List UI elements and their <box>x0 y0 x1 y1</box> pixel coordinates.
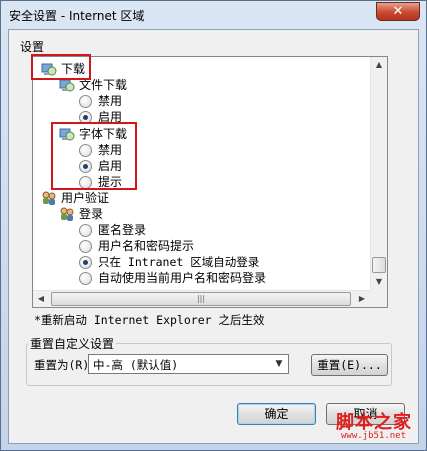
window-title: 安全设置 - Internet 区域 <box>9 9 145 23</box>
scroll-down-arrow-icon[interactable]: ▼ <box>371 274 387 290</box>
security-level-value: 中-高 (默认值) <box>93 358 179 372</box>
settings-label: 设置 <box>20 40 45 54</box>
users-icon <box>41 190 57 206</box>
radio-prompt-user[interactable] <box>79 240 92 253</box>
close-button[interactable]: ✕ <box>376 2 420 21</box>
vertical-scroll-thumb[interactable] <box>372 257 386 273</box>
reset-to-label: 重置为(R): <box>34 358 97 372</box>
security-level-select[interactable]: 中-高 (默认值) ▼ <box>88 354 289 374</box>
highlight-box-download <box>31 54 91 80</box>
highlight-box-font-download <box>51 122 137 190</box>
scroll-right-arrow-icon[interactable]: ▶ <box>354 291 370 307</box>
chevron-down-icon[interactable]: ▼ <box>271 356 287 372</box>
radio-label-auto-current: 自动使用当前用户名和密码登录 <box>98 271 267 285</box>
watermark-url: www.jb51.net <box>341 431 407 441</box>
horizontal-scrollbar[interactable]: ◀ ||| ▶ <box>33 290 370 307</box>
scroll-left-arrow-icon[interactable]: ◀ <box>33 291 49 307</box>
tree-label-user-auth: 用户验证 <box>61 191 110 205</box>
radio-row-disable-1[interactable]: 禁用 <box>79 93 139 110</box>
radio-auto-current[interactable] <box>79 272 92 285</box>
scroll-up-arrow-icon[interactable]: ▲ <box>371 57 387 73</box>
radio-label-anon-logon: 匿名登录 <box>98 223 147 237</box>
radio-label-prompt-user: 用户名和密码提示 <box>98 239 195 253</box>
radio-disable-1[interactable] <box>79 95 92 108</box>
radio-label-auto-intranet: 只在 Intranet 区域自动登录 <box>98 255 260 269</box>
reset-group-title: 重置自定义设置 <box>28 335 117 352</box>
users-icon <box>59 206 75 222</box>
scrollbar-corner <box>370 290 387 307</box>
tree-item-logon[interactable]: 登录 <box>59 206 119 223</box>
title-bar[interactable]: 安全设置 - Internet 区域 ✕ <box>1 1 426 27</box>
radio-row-auto-intranet[interactable]: 只在 Intranet 区域自动登录 <box>79 254 339 271</box>
radio-anon-logon[interactable] <box>79 224 92 237</box>
restart-note: *重新启动 Internet Explorer 之后生效 <box>34 313 265 327</box>
radio-label-disable-1: 禁用 <box>98 94 123 108</box>
radio-row-anon-logon[interactable]: 匿名登录 <box>79 222 179 239</box>
ok-button[interactable]: 确定 <box>237 403 316 425</box>
reset-button[interactable]: 重置(E)... <box>311 354 388 376</box>
tree-label-logon: 登录 <box>79 207 104 221</box>
vertical-scrollbar[interactable]: ▲ ▼ <box>370 57 387 290</box>
radio-auto-intranet[interactable] <box>79 256 92 269</box>
radio-row-prompt-user[interactable]: 用户名和密码提示 <box>79 238 239 255</box>
tree-item-user-auth[interactable]: 用户验证 <box>41 190 121 207</box>
horizontal-scroll-thumb[interactable]: ||| <box>51 292 351 306</box>
radio-row-auto-current[interactable]: 自动使用当前用户名和密码登录 <box>79 270 339 287</box>
